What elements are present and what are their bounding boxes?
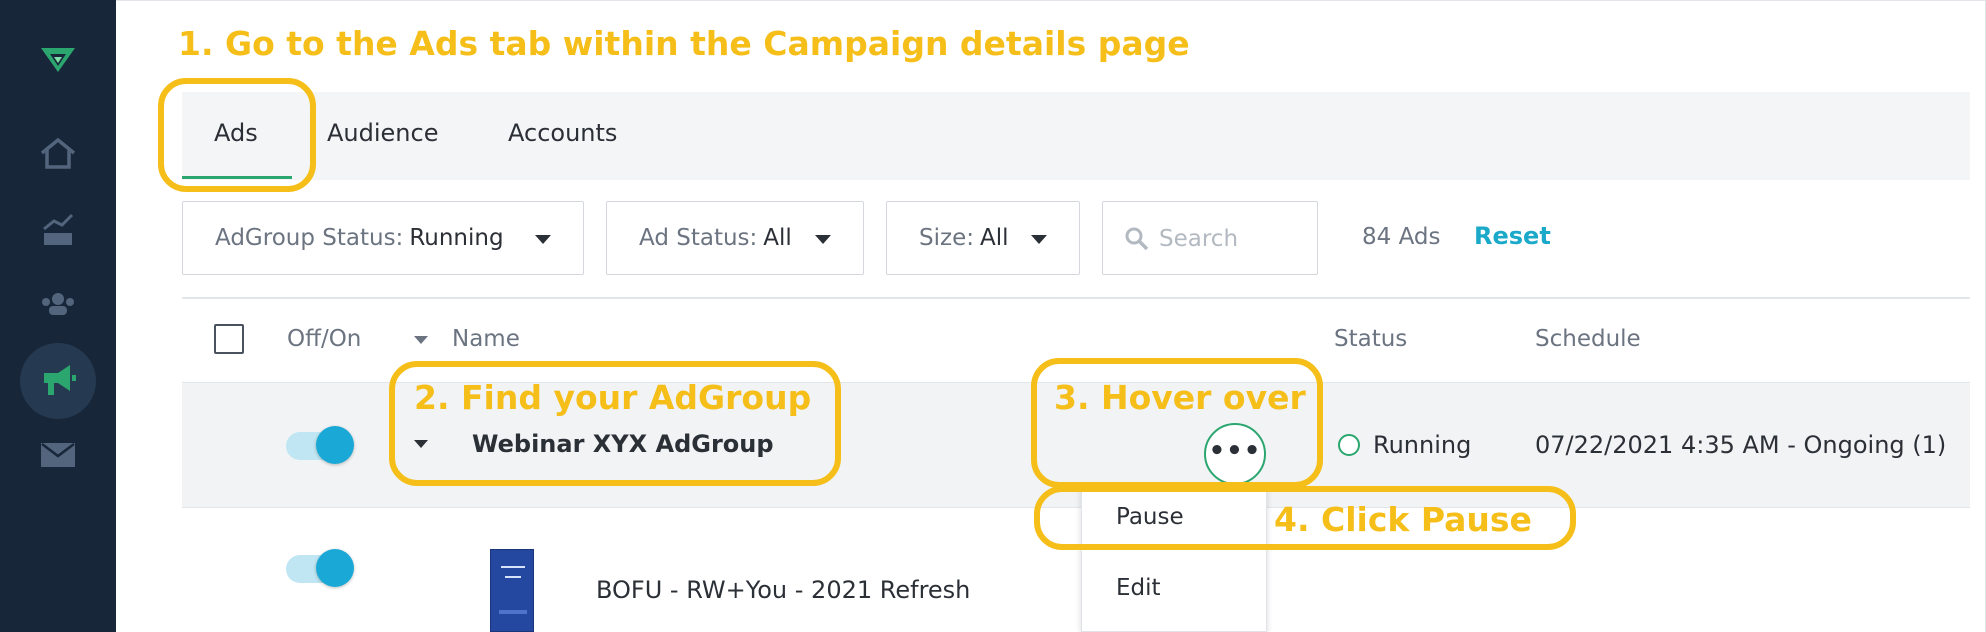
filter-value: Running	[409, 225, 504, 251]
annotation-box-adgroup	[389, 361, 841, 486]
sort-caret-icon[interactable]	[414, 336, 428, 344]
filter-label: Ad Status:	[639, 225, 758, 251]
column-header-schedule[interactable]: Schedule	[1535, 326, 1641, 352]
chevron-down-icon	[535, 235, 551, 244]
ad-toggle[interactable]	[286, 549, 354, 587]
table-divider	[182, 297, 1970, 299]
annotation-box-more-button	[1031, 358, 1323, 488]
adgroup-toggle[interactable]	[286, 426, 354, 464]
filter-value: All	[763, 225, 792, 251]
sidebar	[0, 0, 116, 632]
adgroup-status-filter[interactable]: AdGroup Status: Running	[182, 201, 584, 275]
chevron-down-icon	[1031, 235, 1047, 244]
campaigns-megaphone-icon	[44, 365, 76, 395]
tab-accounts[interactable]: Accounts	[508, 119, 617, 147]
home-icon[interactable]	[40, 137, 76, 169]
menu-item-edit[interactable]: Edit	[1116, 575, 1161, 601]
toggle-knob	[316, 549, 354, 587]
ad-name[interactable]: BOFU - RW+You - 2021 Refresh	[596, 576, 970, 604]
ad-status-filter[interactable]: Ad Status: All	[606, 201, 864, 275]
active-nav-highlight[interactable]	[20, 343, 96, 419]
adgroup-status: Running	[1373, 431, 1472, 459]
column-header-off-on: Off/On	[287, 326, 362, 352]
tab-audience[interactable]: Audience	[327, 119, 438, 147]
ads-count: 84 Ads	[1362, 224, 1441, 250]
status-running-icon	[1338, 434, 1360, 456]
column-header-name[interactable]: Name	[452, 326, 520, 352]
annotation-box-ads-tab	[158, 78, 316, 192]
select-all-checkbox[interactable]	[214, 324, 244, 354]
adgroup-schedule: 07/22/2021 4:35 AM - Ongoing (1)	[1535, 431, 1947, 459]
column-header-status[interactable]: Status	[1334, 326, 1407, 352]
filter-label: Size:	[919, 225, 974, 251]
search-input[interactable]: Search	[1102, 201, 1318, 275]
audience-icon[interactable]	[40, 293, 76, 315]
filter-value: All	[979, 225, 1009, 251]
toggle-knob	[316, 426, 354, 464]
chevron-down-icon	[815, 235, 831, 244]
screen: Ads Audience Accounts AdGroup Status: Ru…	[0, 0, 1986, 632]
annotation-step-1: 1. Go to the Ads tab within the Campaign…	[178, 24, 1190, 63]
filter-label: AdGroup Status:	[215, 225, 404, 251]
analytics-icon[interactable]	[42, 211, 74, 245]
annotation-step-4: 4. Click Pause	[1274, 500, 1532, 539]
top-border	[116, 0, 1986, 1]
mail-icon[interactable]	[41, 443, 75, 467]
size-filter[interactable]: Size: All	[886, 201, 1080, 275]
tabs-bar	[182, 92, 1970, 180]
reset-link[interactable]: Reset	[1474, 222, 1551, 250]
search-placeholder: Search	[1159, 226, 1239, 252]
logo-icon[interactable]	[41, 46, 75, 74]
ad-thumbnail[interactable]	[490, 549, 534, 632]
search-icon	[1125, 227, 1149, 251]
